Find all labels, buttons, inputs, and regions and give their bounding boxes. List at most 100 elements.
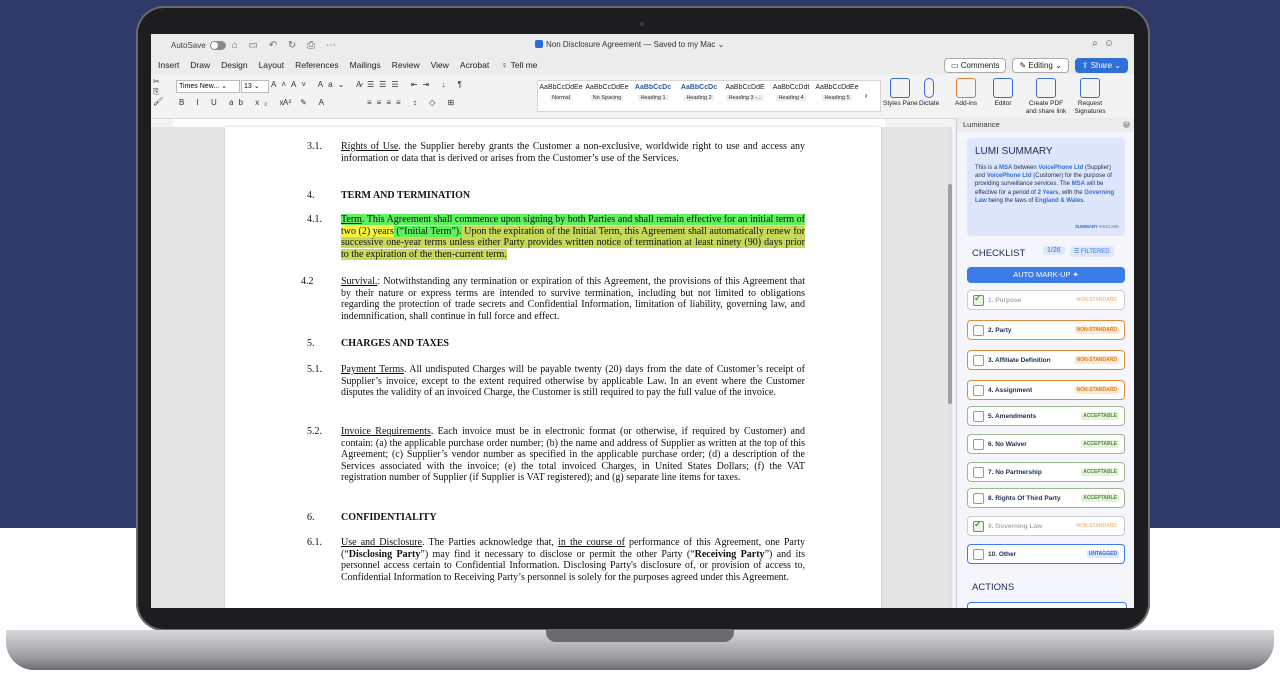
document-title[interactable]: Non Disclosure Agreement — Saved to my M… xyxy=(535,40,724,49)
checklist-item[interactable]: 7. No Partnership ACCEPTABLE xyxy=(967,462,1125,482)
font-family-select[interactable]: Times New... ⌄ xyxy=(176,80,240,93)
checklist-item-label: 5. Amendments xyxy=(988,413,1037,420)
text-color-icons[interactable]: A ✎ A xyxy=(283,98,329,107)
dictate-label: Dictate xyxy=(919,100,940,107)
checklist-item[interactable]: ✓ 9. Governing Law NON-STANDARD xyxy=(967,516,1125,536)
style-1[interactable]: AaBbCcDdEe Normal xyxy=(538,81,584,111)
titlebar-right-icons[interactable]: ⌕☺ xyxy=(1092,38,1120,49)
share-button[interactable]: ⇪ Share ⌄ xyxy=(1074,58,1128,73)
close-icon[interactable]: × xyxy=(1123,121,1130,128)
style-7[interactable]: AaBbCcDdEe Heading 5 xyxy=(814,81,860,111)
autosave-toggle[interactable] xyxy=(209,40,226,50)
filter-icon: ☰ xyxy=(1074,249,1082,255)
checkbox[interactable] xyxy=(973,355,984,366)
summary-entity[interactable]: MSA xyxy=(1072,181,1085,187)
style-5[interactable]: AaBbCcDdE Heading 3 -... xyxy=(722,81,768,111)
checklist-item[interactable]: 6. No Waiver ACCEPTABLE xyxy=(967,434,1125,454)
create-pdf-button[interactable]: Create PDF and share link xyxy=(1023,78,1069,116)
action-item[interactable] xyxy=(967,602,1127,608)
tab-design[interactable]: Design xyxy=(221,60,247,70)
create-pdf-label: Create PDF and share link xyxy=(1025,100,1067,115)
checklist-item[interactable]: ✓ 1. Purpose NON-STANDARD xyxy=(967,290,1125,310)
style-name: Heading 5 xyxy=(822,95,852,101)
summary-entity[interactable]: VoicePhone Ltd xyxy=(1038,165,1083,171)
checklist-item[interactable]: 8. Rights Of Third Party ACCEPTABLE xyxy=(967,488,1125,508)
style-3[interactable]: AaBbCcDc Heading 1 xyxy=(630,81,676,111)
summary-fragment: between xyxy=(1012,165,1039,171)
status-badge: NON-STANDARD xyxy=(1074,356,1119,364)
clause-4-2: Survival.: Notwithstanding any terminati… xyxy=(341,276,805,322)
list-icons[interactable]: ☰☰☰ ⇤⇥ ↓ ¶ xyxy=(367,80,467,89)
search-icon[interactable]: ⌕ xyxy=(1092,38,1104,49)
tell-me-field[interactable]: Tell me xyxy=(511,60,538,70)
summary-entity[interactable]: England & Wales xyxy=(1035,198,1083,204)
checkbox[interactable] xyxy=(973,411,984,422)
style-4[interactable]: AaBbCcDc Heading 2 xyxy=(676,81,722,111)
font-grow-shrink-icons[interactable]: A˄A˅ Aa⌄ A̷ xyxy=(271,80,366,89)
dictate-button[interactable]: Dictate xyxy=(919,78,939,108)
filtered-button[interactable]: ☰ FILTERED xyxy=(1070,246,1114,257)
styles-more-chevron-icon[interactable]: › xyxy=(860,81,872,111)
section-number: 4.2 xyxy=(301,276,314,287)
quick-access-icons[interactable]: ⌂ ▭ ↶ ↻ ⎙ ⋯ xyxy=(232,40,340,51)
style-6[interactable]: AaBbCcDdt Heading 4 xyxy=(768,81,814,111)
checklist-item[interactable]: 3. Affiliate Definition NON-STANDARD xyxy=(967,350,1125,370)
style-2[interactable]: AaBbCcDdEe No Spacing xyxy=(584,81,630,111)
clause-title: Rights of Use xyxy=(341,141,399,152)
tab-acrobat[interactable]: Acrobat xyxy=(460,60,489,70)
checkbox[interactable] xyxy=(973,493,984,504)
document-page[interactable]: 3.1. Rights of Use. the Supplier hereby … xyxy=(225,127,881,608)
clipboard-icons[interactable]: ✂ ⎘ 🖌 xyxy=(153,77,163,107)
clause-text: . The Parties acknowledge that, xyxy=(422,537,559,548)
account-icon[interactable]: ☺ xyxy=(1104,38,1120,49)
styles-pane-icon xyxy=(890,78,911,98)
camera-icon xyxy=(640,22,644,26)
font-family-value: Times New... xyxy=(179,83,220,90)
tab-view[interactable]: View xyxy=(431,60,449,70)
checklist-item[interactable]: 5. Amendments ACCEPTABLE xyxy=(967,406,1125,426)
section-number: 5.2. xyxy=(307,426,322,437)
checklist-item[interactable]: 4. Assignment NON-STANDARD xyxy=(967,380,1125,400)
checkbox[interactable] xyxy=(973,439,984,450)
checkbox[interactable] xyxy=(973,385,984,396)
style-name: Heading 3 -... xyxy=(726,95,764,101)
tab-layout[interactable]: Layout xyxy=(259,60,285,70)
style-sample: AaBbCcDc xyxy=(634,84,672,91)
style-name: Heading 2 xyxy=(684,95,714,101)
summary-entity[interactable]: 2 Years xyxy=(1038,190,1059,196)
redline-tab[interactable]: REDLINE xyxy=(1099,224,1119,229)
checklist-item[interactable]: 2. Party NON-STANDARD xyxy=(967,320,1125,340)
summary-tab[interactable]: SUMMARY xyxy=(1075,224,1098,229)
clause-title: Survival. xyxy=(341,276,378,287)
scrollbar-thumb[interactable] xyxy=(948,184,952,404)
checkbox[interactable] xyxy=(973,467,984,478)
defined-term: Receiving Party xyxy=(694,548,765,560)
checkbox[interactable] xyxy=(973,325,984,336)
tab-insert[interactable]: Insert xyxy=(158,60,179,70)
signature-icon xyxy=(1080,78,1100,98)
tab-review[interactable]: Review xyxy=(392,60,420,70)
request-signatures-button[interactable]: Request Signatures xyxy=(1071,78,1109,116)
tab-draw[interactable]: Draw xyxy=(190,60,210,70)
tab-references[interactable]: References xyxy=(295,60,338,70)
styles-pane-button[interactable]: Styles Pane xyxy=(883,78,918,108)
editing-button[interactable]: ✎ Editing ⌄ xyxy=(1012,58,1069,73)
auto-markup-label: AUTO MARK-UP xyxy=(1013,270,1071,279)
font-format-icons[interactable]: B I U ab x₂ x² xyxy=(179,98,296,107)
checkbox[interactable] xyxy=(973,549,984,560)
highlight-yellow: two (2) years xyxy=(341,225,394,237)
comments-button[interactable]: ▭ Comments xyxy=(943,58,1007,73)
comment-icon: ▭ xyxy=(950,61,961,70)
checklist-item-label: 10. Other xyxy=(988,551,1017,558)
font-size-select[interactable]: 13 ⌄ xyxy=(241,80,269,93)
summary-entity[interactable]: MSA xyxy=(999,165,1012,171)
tab-mailings[interactable]: Mailings xyxy=(350,60,381,70)
style-name: Heading 4 xyxy=(776,95,806,101)
auto-markup-button[interactable]: AUTO MARK-UP ✦ xyxy=(967,267,1125,283)
addins-button[interactable]: Add-ins xyxy=(955,78,977,108)
editor-button[interactable]: Editor xyxy=(993,78,1013,108)
summary-entity[interactable]: VoicePhone Ltd xyxy=(987,173,1032,179)
checkmark-icon: ✓ xyxy=(974,293,982,303)
align-icons[interactable]: ≡≡≡≡ ↕ ◇ ⊞ xyxy=(367,98,459,107)
checklist-item[interactable]: 10. Other UNTAGGED xyxy=(967,544,1125,564)
